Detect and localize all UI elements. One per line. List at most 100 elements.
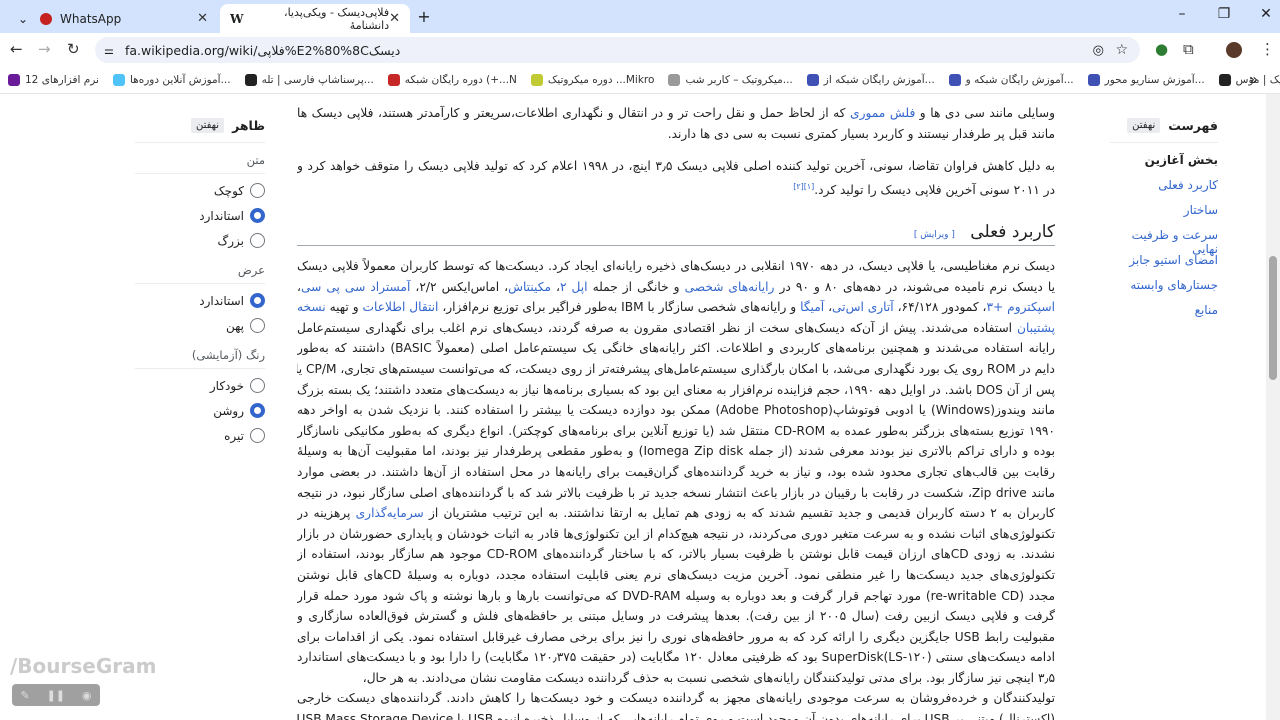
- edit-icon[interactable]: ✎: [20, 689, 29, 702]
- radio-button[interactable]: [250, 428, 265, 443]
- wiki-link[interactable]: فلش مموری: [850, 106, 915, 120]
- text-segment: دیسک نرم مغناطیسی، یا فلاپی دیسک، در دهه…: [297, 259, 1055, 273]
- toc-item[interactable]: منابع: [1110, 303, 1218, 328]
- toc-item[interactable]: امضای استیو جابز: [1110, 253, 1218, 278]
- radio-button[interactable]: [250, 318, 265, 333]
- bookmark-favicon-icon: [948, 73, 961, 86]
- text-line: به دلیل کاهش فراوان تقاضا، سونی، آخرین ت…: [297, 156, 1055, 177]
- text-line: اسپکتروم +۳، کمودور ۶۴/۱۲۸، آتاری اس‌تی،…: [297, 297, 1055, 318]
- text-segment: پرهزینه در: [297, 506, 356, 521]
- toc-item[interactable]: بخش آغازین: [1110, 153, 1218, 178]
- bookmark-item[interactable]: آموزش رایگان شبکه و...: [948, 73, 1074, 86]
- wiki-link[interactable]: آتاری اس‌تی: [832, 300, 894, 314]
- wiki-link[interactable]: آمیگا: [800, 300, 824, 314]
- menu-dots-icon[interactable]: ⋮: [1260, 40, 1275, 58]
- text-line: پشتیبان استفاده می‌شدند. پیش از آن‌که دی…: [297, 318, 1055, 339]
- minimize-button[interactable]: –: [1172, 6, 1192, 22]
- radio-button[interactable]: [250, 403, 265, 418]
- radio-option[interactable]: تیره: [135, 423, 265, 448]
- bookmark-item[interactable]: نرم افزارهای 12: [8, 73, 99, 86]
- divider: [135, 283, 265, 284]
- forward-icon[interactable]: →: [38, 40, 51, 58]
- close-tab-icon[interactable]: ✕: [197, 11, 208, 26]
- restore-button[interactable]: ❐: [1214, 6, 1234, 22]
- radio-option[interactable]: خودکار: [135, 373, 265, 398]
- text-segment: نشدند. به زودی CDهای ارزان قیمت قابل نوش…: [297, 547, 1055, 562]
- text-line: ۱۹۹۰ توزیع بسته‌های بزرگتر به‌طور عمده ب…: [297, 421, 1055, 442]
- toc-item[interactable]: ساختار: [1110, 203, 1218, 228]
- bookmark-favicon-icon: [8, 73, 20, 86]
- toc-item[interactable]: سرعت و ظرفیت نهایی: [1110, 228, 1218, 256]
- wiki-link[interactable]: مکینتاش: [508, 280, 551, 294]
- text-segment: ۳٫۵ اینچی نیز سازگار بود. برای مدتی تولی…: [362, 670, 1055, 685]
- text-line: ادامه دیسکت‌های سنتی (SuperDisk(LS-۱۲۰ ب…: [297, 647, 1055, 668]
- wiki-link[interactable]: اپل ۲: [560, 280, 588, 294]
- close-window-button[interactable]: ✕: [1256, 6, 1276, 22]
- bookmark-item[interactable]: آموزش رایگان شبکه از...: [806, 73, 935, 86]
- extension-globe-icon[interactable]: ●: [1155, 40, 1168, 58]
- new-tab-button[interactable]: +: [414, 7, 434, 26]
- paragraph-3: دیسک نرم مغناطیسی، یا فلاپی دیسک، در دهه…: [297, 256, 1055, 720]
- text-segment: بوده و دارای تراکم بالاتری نیز بودند معر…: [297, 444, 1055, 459]
- radio-button[interactable]: [250, 233, 265, 248]
- wiki-link[interactable]: پشتیبان: [1017, 321, 1055, 335]
- tab-wikipedia[interactable]: W فلاپی‌دیسک - ویکی‌پدیا، دانشنامهٔ ✕: [220, 4, 410, 33]
- radio-option[interactable]: بزرگ: [135, 228, 265, 253]
- wiki-link[interactable]: نسخه: [297, 300, 326, 314]
- text-line: (اکسترنال) مبتنی بر USB برای رایانه‌های …: [297, 709, 1055, 720]
- bookmark-star-icon[interactable]: ☆: [1115, 42, 1128, 58]
- site-info-icon[interactable]: ⚌: [104, 44, 114, 57]
- wiki-link[interactable]: سرمایه‌گذاری: [356, 506, 424, 520]
- wiki-link[interactable]: آمستراد سی پی سی: [301, 280, 410, 294]
- text-line: رقابت بین قالب‌های تجاری محدود شده بود، …: [297, 462, 1055, 483]
- hide-appearance-button[interactable]: نهفتن: [190, 117, 225, 133]
- wiki-link[interactable]: اسپکتروم +۳: [986, 300, 1055, 314]
- page-scrollbar[interactable]: [1266, 94, 1280, 720]
- bookmark-favicon-icon: [1218, 73, 1231, 86]
- toc-item[interactable]: جستارهای وابسته: [1110, 278, 1218, 303]
- webcam-icon[interactable]: ◉: [82, 689, 92, 702]
- radio-button[interactable]: [250, 378, 265, 393]
- bookmark-item[interactable]: دوره میکروتیک ...Mikro: [530, 73, 654, 86]
- bookmark-item[interactable]: آموزش آنلاین دوره‌ها...: [112, 73, 231, 86]
- bookmark-item[interactable]: پرسناشاپ فارسی | تله...: [244, 73, 374, 86]
- bookmark-label: آموزش رایگان شبکه از...: [823, 73, 935, 86]
- address-bar[interactable]: ⚌ fa.wikipedia.org/wiki/فلاپی%E2%80%8Cدی…: [95, 37, 1140, 63]
- bookmarks-overflow-button[interactable]: »: [1249, 72, 1258, 88]
- radio-button[interactable]: [250, 293, 265, 308]
- bookmark-item[interactable]: میکروتیک – کاربر شب...: [668, 73, 793, 86]
- text-segment: به دلیل کاهش فراوان تقاضا، سونی، آخرین ت…: [297, 159, 1055, 173]
- hide-toc-button[interactable]: نهفتن: [1127, 117, 1161, 133]
- reload-icon[interactable]: ↻: [67, 40, 80, 58]
- edit-section-link[interactable]: [ ویرایش ]: [914, 230, 955, 240]
- bookmark-item[interactable]: دوره رایگان شبکه (+...N: [387, 73, 517, 86]
- radio-option[interactable]: روشن: [135, 398, 265, 423]
- radio-option[interactable]: کوچک: [135, 178, 265, 203]
- toc-item[interactable]: کاربرد فعلی: [1110, 178, 1218, 203]
- text-line: بوده و دارای تراکم بالاتری نیز بودند معر…: [297, 441, 1055, 462]
- wiki-link[interactable]: رایانه‌های شخصی: [685, 280, 775, 294]
- table-of-contents: فهرست نهفتن بخش آغازین کاربرد فعلی ساختار س…: [1110, 114, 1218, 328]
- bookmark-item[interactable]: آموزش سناریو محور...: [1087, 73, 1205, 86]
- close-tab-icon[interactable]: ✕: [389, 11, 400, 26]
- radio-option[interactable]: استاندارد: [135, 288, 265, 313]
- extensions-puzzle-icon[interactable]: ⧉: [1183, 40, 1194, 58]
- profile-avatar[interactable]: [1226, 42, 1242, 58]
- page-content: ظاهر نهفتن متن کوچک استاندارد بزرگ عرض استاند…: [0, 94, 1266, 720]
- citation-link[interactable]: [۱][۲]: [793, 182, 814, 191]
- tab-whatsapp[interactable]: WhatsApp ✕: [30, 4, 218, 33]
- radio-button[interactable]: [250, 183, 265, 198]
- bookmark-label: دوره رایگان شبکه (+...N: [404, 73, 517, 86]
- text-line: یا دیسک نرم نامیده می‌شوند، در دهه‌های ۸…: [297, 277, 1055, 298]
- eye-off-icon[interactable]: ◎: [1093, 43, 1104, 58]
- radio-option[interactable]: پهن: [135, 313, 265, 338]
- radio-option[interactable]: استاندارد: [135, 203, 265, 228]
- scrollbar-thumb[interactable]: [1269, 256, 1277, 380]
- back-icon[interactable]: ←: [10, 40, 23, 58]
- pause-icon[interactable]: ❚❚: [47, 689, 65, 702]
- text-line: مانند قبل پر طرفدار نیستند و کاربرد بسیا…: [297, 124, 1055, 145]
- bookmark-label: آموزش سناریو محور...: [1104, 73, 1205, 86]
- wiki-link[interactable]: انتقال اطلاعات: [363, 300, 439, 314]
- text-segment: گرفت و فلاپی دیسک ازبین رفت (سال ۲۰۰۵ از…: [297, 609, 1055, 624]
- radio-button[interactable]: [250, 208, 265, 223]
